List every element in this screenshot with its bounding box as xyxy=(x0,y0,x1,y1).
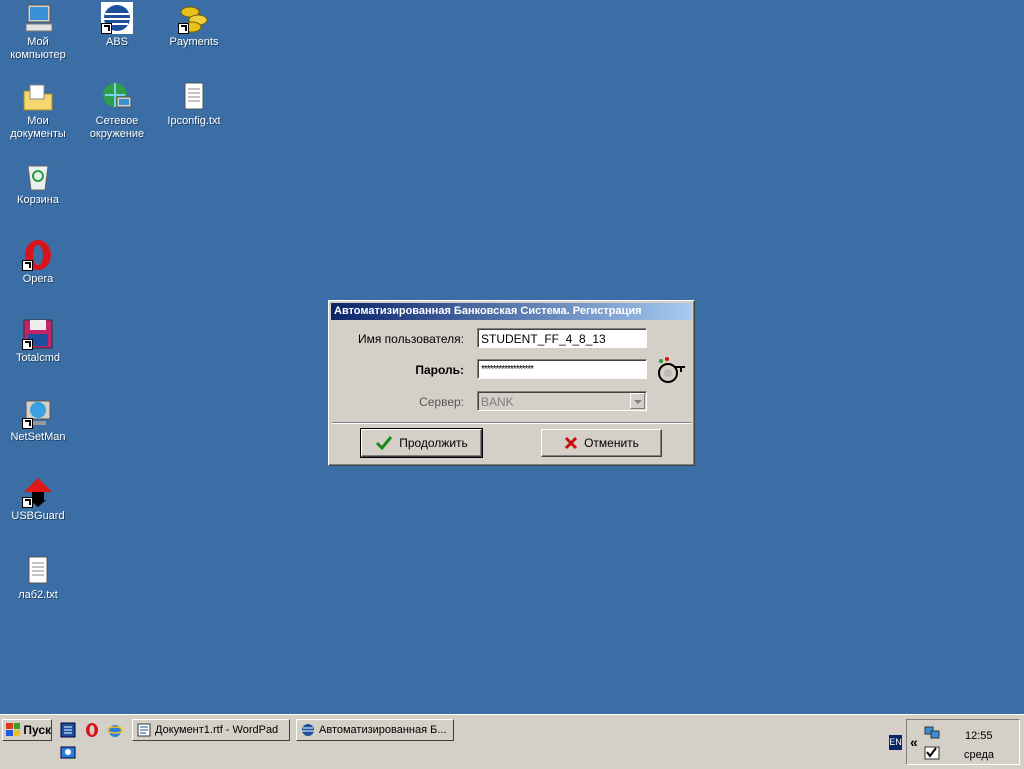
task-wordpad[interactable]: Документ1.rtf - WordPad xyxy=(132,719,290,741)
icon-label: Корзина xyxy=(17,194,59,206)
language-indicator[interactable]: EN xyxy=(889,735,902,750)
usbguard-icon xyxy=(22,476,54,508)
server-row: Сервер: BANK xyxy=(329,391,689,413)
opera-icon xyxy=(22,239,54,271)
icon-label: Мой компьютер xyxy=(10,36,66,61)
icon-label: Мои документы xyxy=(10,115,66,140)
task-abs[interactable]: Автоматизированная Б... xyxy=(296,719,454,741)
wordpad-icon xyxy=(137,723,151,737)
security-tray-icon[interactable] xyxy=(924,746,940,763)
desktop-icon-recycle-bin[interactable]: Корзина xyxy=(0,160,76,207)
desktop-icon-ipconfig[interactable]: Ipconfig.txt xyxy=(156,81,232,128)
quicklaunch-ie-icon[interactable] xyxy=(106,722,125,740)
desktop-icon-lab2[interactable]: лаб2.txt xyxy=(0,555,76,602)
checkmark-icon xyxy=(376,436,393,451)
desktop-icon-payments[interactable]: Payments xyxy=(156,2,232,49)
netsetman-icon xyxy=(22,397,54,429)
password-row: Пароль: ****************** xyxy=(329,359,689,381)
dialog-title[interactable]: Автоматизированная Банковская Система. Р… xyxy=(331,303,692,320)
desktop-icon-totalcmd[interactable]: Totalcmd xyxy=(0,318,76,365)
coins-icon xyxy=(178,2,210,34)
task-label: Документ1.rtf - WordPad xyxy=(155,724,279,736)
clock-time[interactable]: 12:55 xyxy=(965,730,993,742)
desktop-icon-my-documents[interactable]: Мои документы xyxy=(0,81,76,141)
my-computer-icon xyxy=(22,2,54,34)
chevron-down-icon[interactable] xyxy=(630,393,645,409)
close-icon xyxy=(565,436,578,450)
icon-label: ABS xyxy=(105,36,128,48)
continue-button[interactable]: Продолжить xyxy=(360,428,483,458)
recycle-bin-icon xyxy=(22,160,54,192)
my-documents-icon xyxy=(22,81,54,113)
server-select[interactable]: BANK xyxy=(477,391,647,411)
server-label: Сервер: xyxy=(419,395,464,409)
quicklaunch-show-desktop-icon[interactable] xyxy=(60,722,78,740)
quicklaunch-opera-icon[interactable] xyxy=(84,722,102,740)
dialog-separator xyxy=(332,422,691,424)
desktop-icon-opera[interactable]: Opera xyxy=(0,239,76,286)
cancel-label: Отменить xyxy=(584,436,639,450)
floppy-icon xyxy=(22,318,54,350)
password-label: Пароль: xyxy=(415,363,464,377)
quicklaunch-outlook-icon[interactable] xyxy=(60,744,78,762)
username-input[interactable]: STUDENT_FF_4_8_13 xyxy=(477,328,647,348)
start-button[interactable]: Пуск xyxy=(2,719,52,741)
abs-globe-icon xyxy=(302,724,314,736)
login-dialog: Автоматизированная Банковская Система. Р… xyxy=(328,300,695,466)
password-input[interactable]: ****************** xyxy=(477,359,647,379)
task-label: Автоматизированная Б... xyxy=(319,724,447,736)
taskbar: Пуск Документ1.rtf - WordPad Автоматизир… xyxy=(0,714,1024,769)
clock-day: среда xyxy=(964,749,995,761)
icon-label: Ipconfig.txt xyxy=(167,115,221,127)
text-file-icon xyxy=(178,81,210,113)
icon-label: Payments xyxy=(169,36,219,48)
username-label: Имя пользователя: xyxy=(357,332,464,346)
desktop-icon-abs[interactable]: ABS xyxy=(79,2,155,49)
icon-label: NetSetMan xyxy=(10,431,66,443)
username-row: Имя пользователя: STUDENT_FF_4_8_13 xyxy=(329,328,689,350)
icon-label: Сетевое окружение xyxy=(89,115,145,140)
tray-expand-chevron[interactable]: « xyxy=(910,734,918,750)
icon-label: лаб2.txt xyxy=(18,589,58,601)
desktop-icon-my-computer[interactable]: Мой компьютер xyxy=(0,2,76,62)
text-file-icon xyxy=(22,555,54,587)
desktop-icon-usbguard[interactable]: USBGuard xyxy=(0,476,76,523)
start-label: Пуск xyxy=(23,723,51,737)
key-icon xyxy=(657,355,689,387)
icon-label: Opera xyxy=(22,273,54,285)
network-icon xyxy=(101,81,133,113)
continue-label: Продолжить xyxy=(399,436,468,450)
network-tray-icon[interactable] xyxy=(924,726,940,743)
icon-label: USBGuard xyxy=(11,510,65,522)
abs-globe-icon xyxy=(101,2,133,34)
icon-label: Totalcmd xyxy=(15,352,61,364)
desktop-icon-netsetman[interactable]: NetSetMan xyxy=(0,397,76,444)
cancel-button[interactable]: Отменить xyxy=(541,429,662,457)
language-label: EN xyxy=(889,737,902,747)
server-value: BANK xyxy=(481,395,514,409)
system-tray: « 12:55 среда xyxy=(906,719,1020,765)
windows-logo-icon xyxy=(6,723,21,736)
desktop-icon-network[interactable]: Сетевое окружение xyxy=(79,81,155,141)
